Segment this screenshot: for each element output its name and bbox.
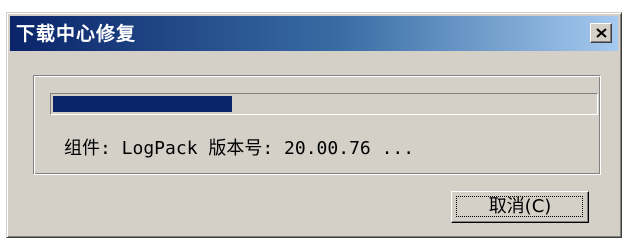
- progress-group: 组件: LogPack 版本号: 20.00.76 ...: [33, 75, 601, 175]
- close-icon: [596, 28, 607, 38]
- title-bar[interactable]: 下载中心修复: [10, 16, 618, 51]
- cancel-button-label: 取消(C): [488, 196, 552, 217]
- download-repair-dialog: 下载中心修复 组件: LogPack 版本号: 20.00.76 ... 取消(…: [6, 12, 622, 238]
- status-text: 组件: LogPack 版本号: 20.00.76 ...: [64, 138, 415, 159]
- progress-bar: [50, 93, 598, 115]
- progress-fill: [53, 96, 232, 112]
- close-button[interactable]: [590, 23, 612, 43]
- dialog-title: 下载中心修复: [16, 23, 137, 45]
- cancel-button[interactable]: 取消(C): [451, 191, 589, 223]
